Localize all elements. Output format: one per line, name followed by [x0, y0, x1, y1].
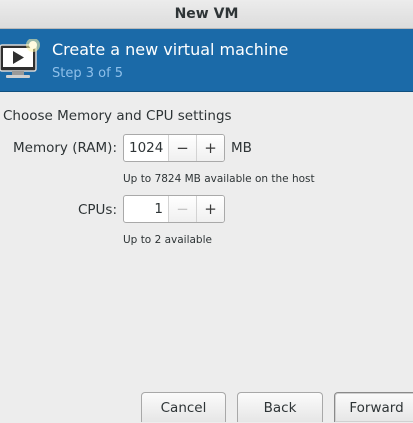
memory-unit: MB [231, 140, 252, 156]
cpus-increment-button[interactable]: + [196, 196, 224, 222]
forward-button[interactable]: Forward [334, 392, 413, 422]
memory-hint: Up to 7824 MB available on the host [123, 173, 315, 185]
window-title: New VM [0, 0, 413, 29]
memory-label: Memory (RAM): [13, 140, 117, 156]
cpus-label: CPUs: [77, 202, 117, 218]
section-heading: Choose Memory and CPU settings [3, 108, 232, 124]
memory-decrement-button[interactable]: − [168, 135, 196, 161]
cpus-hint: Up to 2 available [123, 234, 212, 246]
memory-input[interactable] [124, 135, 168, 161]
memory-spinbox[interactable]: − + [123, 134, 225, 162]
wizard-banner: Create a new virtual machine Step 3 of 5 [0, 29, 413, 92]
banner-step-indicator: Step 3 of 5 [52, 66, 124, 81]
memory-increment-button[interactable]: + [196, 135, 224, 161]
banner-title: Create a new virtual machine [52, 40, 289, 59]
cancel-button[interactable]: Cancel [141, 392, 226, 422]
vm-monitor-icon [0, 38, 44, 81]
cpus-spinbox[interactable]: − + [123, 195, 225, 223]
back-button[interactable]: Back [237, 392, 323, 422]
cpus-input[interactable] [124, 196, 168, 222]
cpus-decrement-button[interactable]: − [168, 196, 196, 222]
